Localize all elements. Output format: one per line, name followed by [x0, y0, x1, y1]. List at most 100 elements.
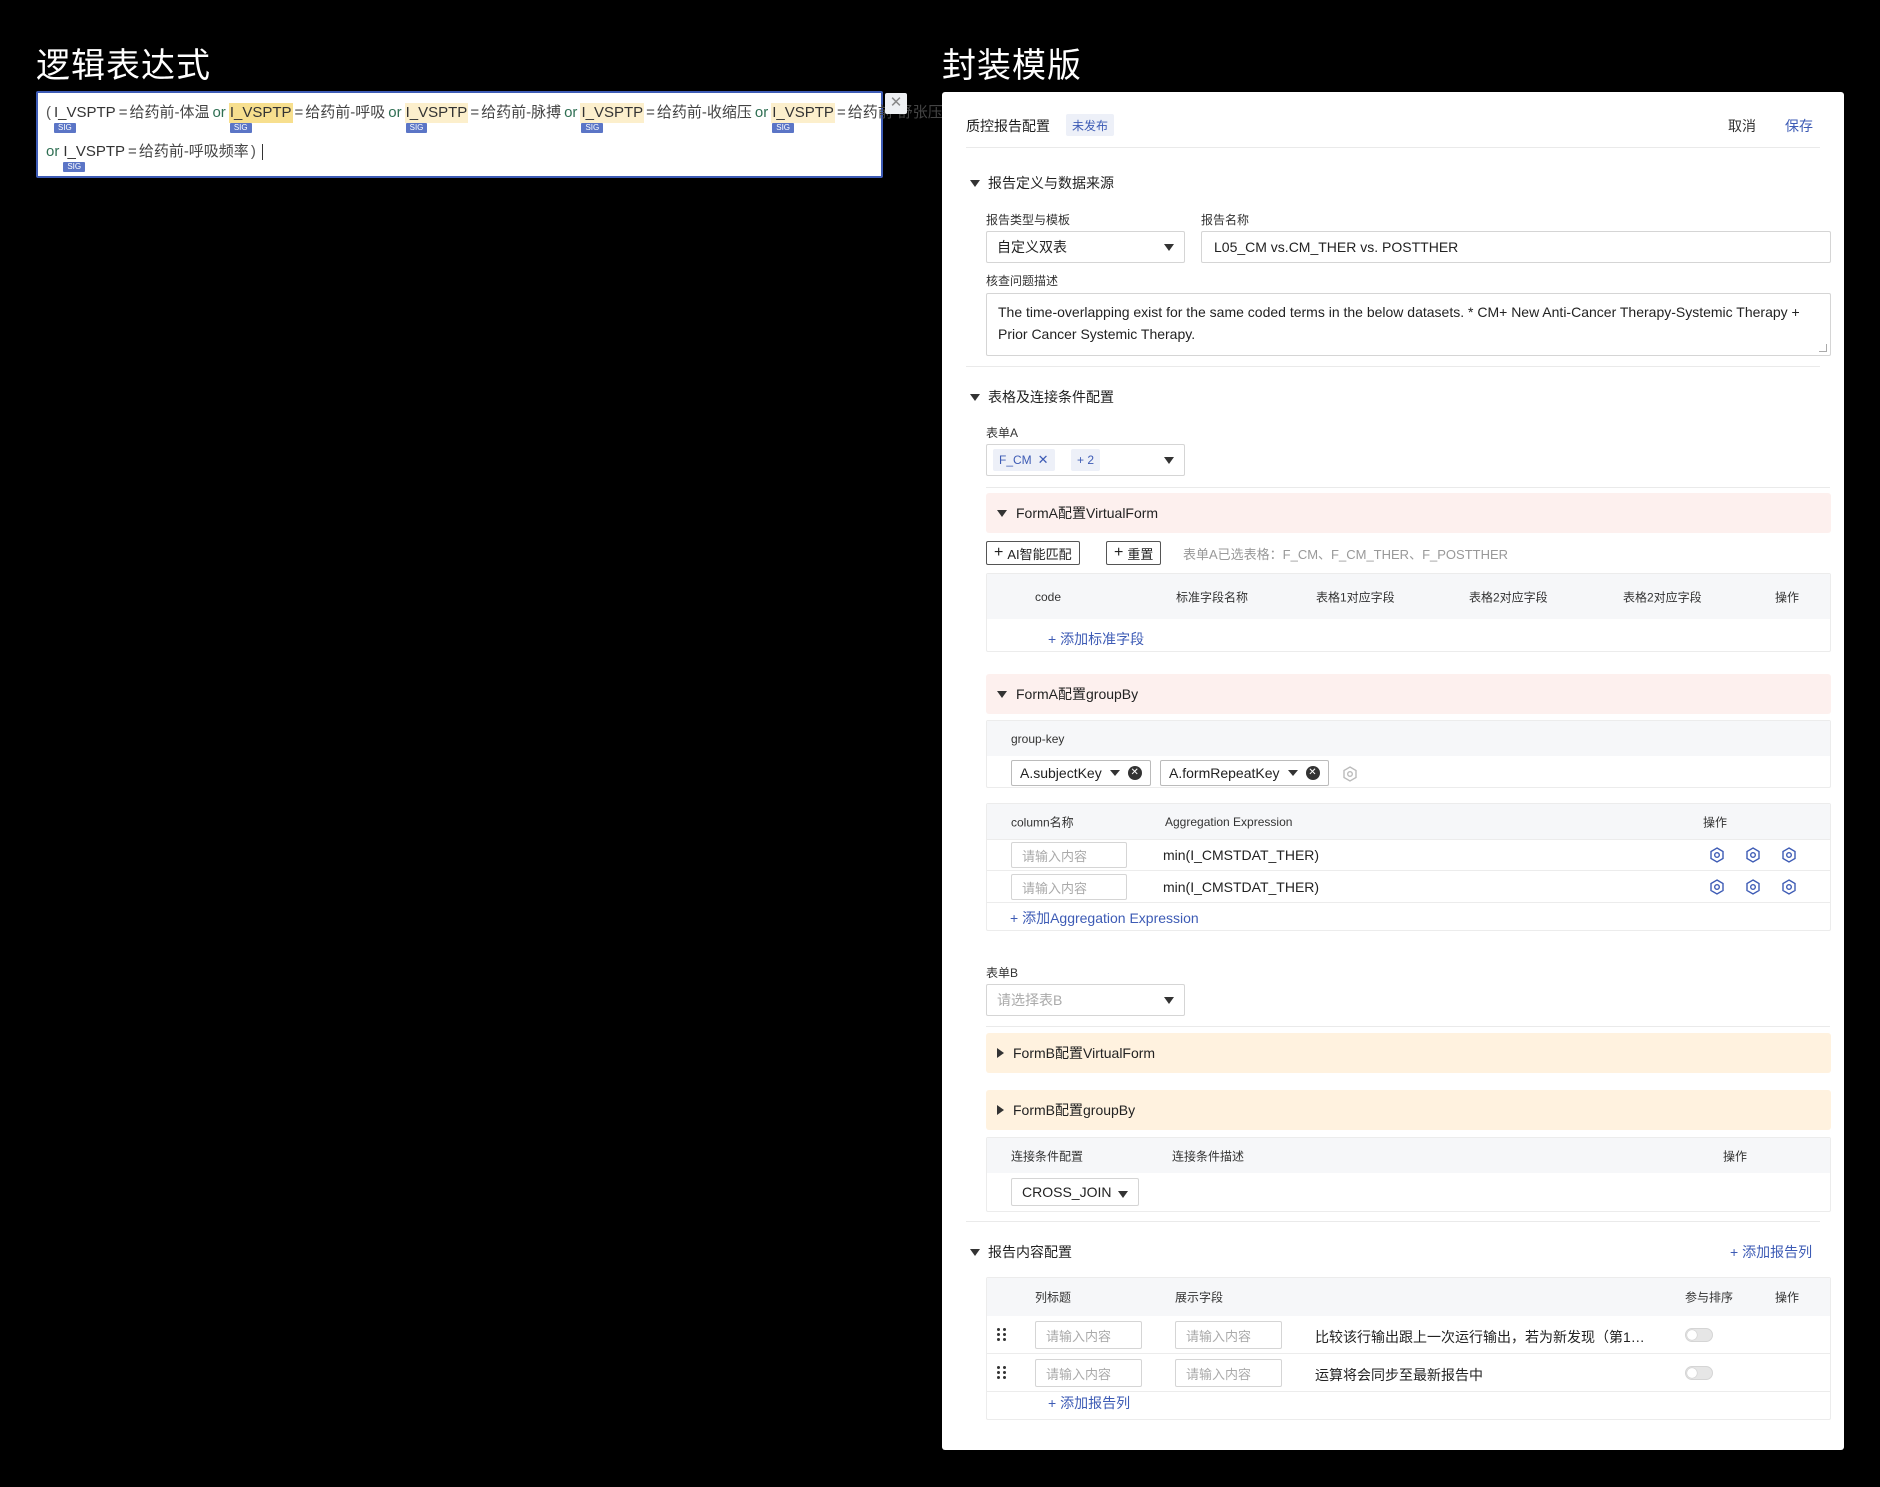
form-a-virtualform-header[interactable]: FormA配置VirtualForm — [986, 493, 1831, 533]
section-title: 报告内容配置 — [988, 1244, 1072, 1260]
section-table-join[interactable]: 表格及连接条件配置 — [970, 387, 1114, 407]
sort-toggle[interactable] — [1685, 1328, 1713, 1342]
chevron-down-icon[interactable] — [1109, 770, 1120, 776]
sig-badge: SIG — [772, 123, 795, 133]
left-title: 逻辑表达式 — [36, 47, 211, 85]
form-b-placeholder: 请选择表B — [997, 992, 1063, 1008]
close-icon[interactable]: ✕ — [885, 93, 907, 114]
form-a-groupby-header[interactable]: FormA配置groupBy — [986, 674, 1831, 714]
col-join-desc: 连接条件描述 — [1172, 1149, 1245, 1163]
col-std-field: 标准字段名称 — [1176, 590, 1249, 604]
add-report-column-bottom[interactable]: + 添加报告列 — [1048, 1393, 1130, 1413]
operator-or: or — [388, 104, 402, 121]
expression-variable[interactable]: I_VSPTP SIG — [580, 103, 645, 133]
remove-icon[interactable]: ✕ — [1127, 766, 1142, 780]
variable-name: I_VSPTP — [581, 104, 644, 121]
agg-column-name-input[interactable]: 请输入内容 — [1011, 874, 1127, 900]
join-type-select[interactable]: CROSS_JOIN — [1011, 1178, 1139, 1206]
row-divider — [987, 1353, 1830, 1354]
section-report-content[interactable]: 报告内容配置 — [970, 1242, 1072, 1262]
sort-toggle[interactable] — [1685, 1366, 1713, 1380]
cancel-button[interactable]: 取消 — [1728, 116, 1756, 136]
display-field-input[interactable]: 请输入内容 — [1175, 1321, 1282, 1349]
section-report-definition[interactable]: 报告定义与数据来源 — [970, 173, 1114, 193]
group-key-tag-subject[interactable]: A.subjectKey ✕ — [1011, 760, 1151, 786]
remove-icon[interactable]: ✕ — [1305, 766, 1320, 780]
save-button[interactable]: 保存 — [1785, 116, 1813, 136]
report-type-select[interactable]: 自定义双表 — [986, 231, 1185, 263]
col-table2-field-b: 表格2对应字段 — [1623, 590, 1702, 604]
add-agg-link[interactable]: + 添加Aggregation Expression — [1010, 908, 1199, 928]
expression-value: 给药前-体温 — [129, 104, 210, 121]
expression-variable[interactable]: I_VSPTP SIG — [228, 103, 293, 133]
expression-variable[interactable]: I_VSPTP SIG — [62, 142, 126, 172]
col-title: 列标题 — [1035, 1290, 1072, 1305]
expression-value: 给药前-呼吸频率 — [138, 143, 249, 160]
sig-badge: SIG — [581, 123, 604, 133]
action-gear-icon[interactable] — [1781, 847, 1797, 863]
column-title-input[interactable]: 请输入内容 — [1035, 1321, 1142, 1349]
report-name-input[interactable]: L05_CM vs.CM_THER vs. POSTTHER — [1201, 231, 1831, 263]
issue-desc-textarea[interactable]: The time-overlapping exist for the same … — [986, 293, 1831, 356]
section-title: 表格及连接条件配置 — [988, 389, 1114, 405]
row-divider — [987, 1391, 1830, 1392]
chevron-down-icon — [997, 509, 1007, 517]
chevron-down-icon — [970, 1248, 980, 1256]
action-gear-icon[interactable] — [1709, 847, 1725, 863]
form-a-virtualform-title: FormA配置VirtualForm — [1016, 505, 1159, 521]
agg-column-name-input[interactable]: 请输入内容 — [1011, 842, 1127, 868]
col-join-config: 连接条件配置 — [1011, 1149, 1084, 1163]
equals-sign: = — [118, 104, 128, 121]
col-column-name: column名称 — [1011, 815, 1074, 829]
add-report-column-top[interactable]: + 添加报告列 — [1730, 1242, 1812, 1262]
action-gear-icon[interactable] — [1709, 879, 1725, 895]
drag-handle-icon[interactable] — [997, 1328, 1007, 1342]
section-title: 报告定义与数据来源 — [988, 175, 1114, 191]
form-b-groupby-header[interactable]: FormB配置groupBy — [986, 1090, 1831, 1130]
ai-match-label: AI智能匹配 — [1007, 546, 1072, 562]
chevron-down-icon — [997, 690, 1007, 698]
expression-value: 给药前-呼吸 — [305, 104, 386, 121]
drag-handle-icon[interactable] — [997, 1366, 1007, 1380]
open-paren: ( — [46, 104, 51, 121]
reset-button[interactable]: + 重置 — [1106, 541, 1162, 565]
form-b-label: 表单B — [986, 966, 1019, 980]
equals-sign: = — [128, 143, 137, 160]
expression-variable[interactable]: I_VSPTP SIG — [404, 103, 469, 133]
add-std-field-link[interactable]: + 添加标准字段 — [1048, 629, 1144, 649]
close-paren: ) — [250, 143, 256, 160]
report-type-label: 报告类型与模板 — [986, 213, 1071, 227]
expression-variable[interactable]: I_VSPTP SIG — [53, 103, 117, 133]
form-a-select[interactable]: F_CM ✕ + 2 — [986, 444, 1185, 476]
form-b-select[interactable]: 请选择表B — [986, 984, 1185, 1016]
action-gear-icon[interactable] — [1781, 879, 1797, 895]
column-title-input[interactable]: 请输入内容 — [1035, 1359, 1142, 1387]
variable-name: I_VSPTP — [63, 143, 126, 160]
col-display-field: 展示字段 — [1175, 1290, 1224, 1305]
agg-expression-value: min(I_CMSTDAT_THER) — [1163, 879, 1320, 895]
operator-or: or — [212, 104, 226, 121]
display-field-input[interactable]: 请输入内容 — [1175, 1359, 1282, 1387]
ai-match-button[interactable]: + AI智能匹配 — [986, 541, 1080, 565]
group-key-tag-formrepeat[interactable]: A.formRepeatKey ✕ — [1160, 760, 1329, 786]
row-divider — [987, 870, 1830, 871]
form-b-virtualform-header[interactable]: FormB配置VirtualForm — [986, 1033, 1831, 1073]
action-gear-icon[interactable] — [1745, 879, 1761, 895]
chevron-down-icon — [1164, 997, 1174, 1004]
chevron-down-icon — [1164, 244, 1174, 251]
close-icon[interactable]: ✕ — [1038, 452, 1049, 468]
sig-badge: SIG — [405, 123, 428, 133]
add-gear-icon[interactable] — [1342, 766, 1358, 782]
resize-handle-icon[interactable] — [1819, 344, 1827, 352]
expression-line-2: or I_VSPTP SIG = 给药前-呼吸频率) — [46, 142, 873, 181]
col-actions: 操作 — [1775, 590, 1800, 604]
col-code: code — [1035, 589, 1062, 604]
expression-editor[interactable]: (I_VSPTP SIG = 给药前-体温 or I_VSPTP SIG = 给药前-呼吸 or I… — [36, 91, 958, 181]
right-title: 封装模版 — [942, 47, 1082, 85]
sig-badge: SIG — [54, 123, 76, 133]
action-gear-icon[interactable] — [1745, 847, 1761, 863]
aggregation-table: column名称 Aggregation Expression 操作 请输入内容… — [986, 803, 1831, 931]
expression-variable[interactable]: I_VSPTP SIG — [771, 103, 835, 133]
chevron-down-icon[interactable] — [1287, 770, 1298, 776]
aggregation-header: column名称 Aggregation Expression 操作 — [987, 804, 1830, 839]
